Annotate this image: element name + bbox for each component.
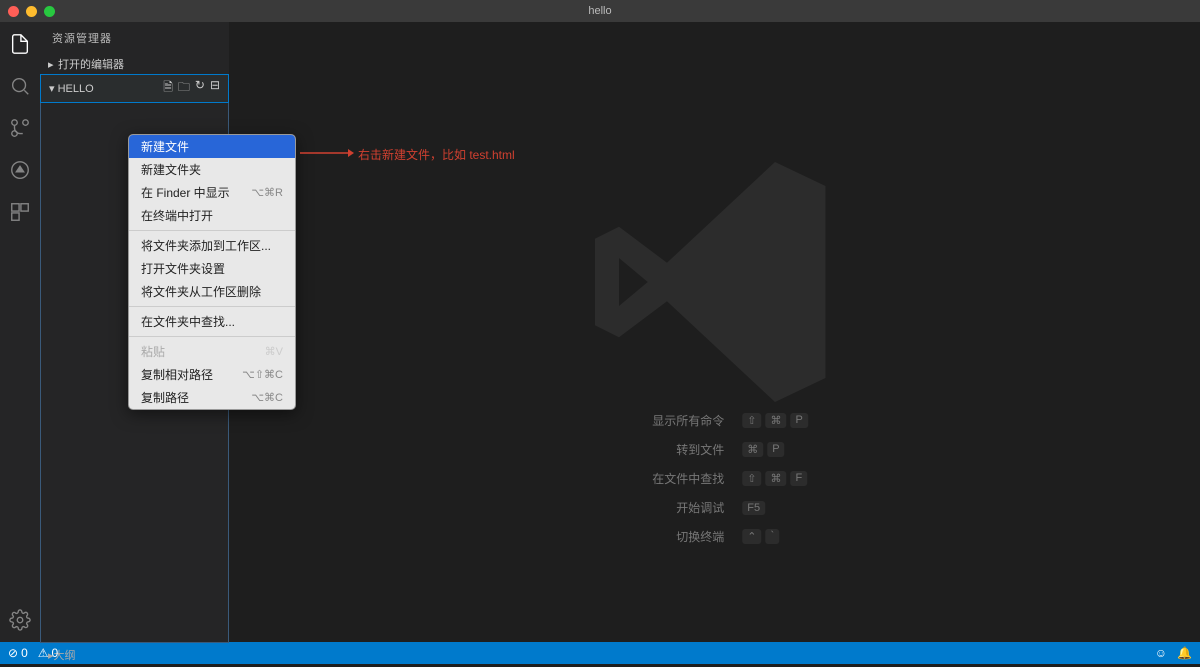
context-menu-item: 粘贴 ⌘V bbox=[129, 340, 295, 363]
error-count: 0 bbox=[21, 646, 28, 660]
menu-item-label: 在文件夹中查找... bbox=[141, 313, 235, 330]
menu-separator bbox=[129, 306, 295, 307]
minimize-window-button[interactable] bbox=[26, 6, 37, 17]
key: ⌘ bbox=[765, 471, 786, 486]
close-window-button[interactable] bbox=[8, 6, 19, 17]
menu-item-label: 将文件夹从工作区删除 bbox=[141, 283, 261, 300]
hint-keys: ⌃` bbox=[742, 529, 779, 544]
context-menu-item[interactable]: 在终端中打开 bbox=[129, 204, 295, 227]
key: ⌃ bbox=[742, 529, 761, 544]
menu-item-label: 复制路径 bbox=[141, 389, 189, 406]
context-menu-item[interactable]: 将文件夹添加到工作区... bbox=[129, 234, 295, 257]
warning-count: 0 bbox=[52, 646, 59, 660]
hint-label: 显示所有命令 bbox=[622, 412, 742, 429]
open-editors-section[interactable]: ▸ 打开的编辑器 bbox=[40, 54, 229, 74]
menu-item-shortcut: ⌥⌘R bbox=[251, 186, 283, 199]
status-notifications[interactable]: 🔔 bbox=[1177, 646, 1192, 660]
status-feedback[interactable]: ☺ bbox=[1155, 646, 1167, 660]
hint-row: 显示所有命令⇧ ⌘ P bbox=[622, 412, 808, 429]
window-title: hello bbox=[588, 5, 611, 17]
collapse-icon[interactable]: ⊟ bbox=[210, 78, 220, 99]
hint-row: 转到文件⌘P bbox=[622, 441, 808, 458]
folder-header[interactable]: ▾ HELLO 🗎 🗀 ↻ ⊟ bbox=[40, 74, 229, 103]
status-warnings[interactable]: ⚠ 0 bbox=[38, 646, 58, 660]
open-editors-label: 打开的编辑器 bbox=[58, 56, 124, 72]
debug-icon[interactable] bbox=[8, 158, 32, 182]
key: F bbox=[790, 471, 807, 486]
warning-icon: ⚠ bbox=[38, 646, 49, 660]
menu-item-label: 新建文件夹 bbox=[141, 161, 201, 178]
explorer-icon[interactable] bbox=[8, 32, 32, 56]
context-menu-item[interactable]: 复制路径 ⌥⌘C bbox=[129, 386, 295, 409]
search-icon[interactable] bbox=[8, 74, 32, 98]
hint-keys: ⇧ ⌘ P bbox=[742, 413, 808, 428]
key: ⌘ bbox=[765, 413, 786, 428]
menu-item-label: 打开文件夹设置 bbox=[141, 260, 225, 277]
editor-area: 显示所有命令⇧⌘P转到文件⌘P在文件中查找⇧⌘F开始调试F5切换终端⌃` bbox=[230, 22, 1200, 642]
menu-item-label: 在终端中打开 bbox=[141, 207, 213, 224]
hint-label: 开始调试 bbox=[622, 499, 742, 516]
context-menu-item[interactable]: 在文件夹中查找... bbox=[129, 310, 295, 333]
menu-item-label: 复制相对路径 bbox=[141, 366, 213, 383]
key: P bbox=[790, 413, 807, 428]
menu-separator bbox=[129, 230, 295, 231]
keyboard-hints: 显示所有命令⇧⌘P转到文件⌘P在文件中查找⇧⌘F开始调试F5切换终端⌃` bbox=[622, 412, 808, 557]
status-errors[interactable]: ⊘ 0 bbox=[8, 646, 28, 660]
menu-item-label: 在 Finder 中显示 bbox=[141, 184, 230, 201]
bell-icon: 🔔 bbox=[1177, 646, 1192, 660]
refresh-icon[interactable]: ↻ bbox=[195, 78, 205, 99]
chevron-right-icon: ▸ bbox=[48, 58, 58, 71]
maximize-window-button[interactable] bbox=[44, 6, 55, 17]
outline-section[interactable]: ▸ 大纲 bbox=[40, 643, 229, 667]
hint-keys: F5 bbox=[742, 501, 765, 515]
folder-actions: 🗎 🗀 ↻ ⊟ bbox=[163, 78, 220, 99]
hint-label: 在文件中查找 bbox=[622, 470, 742, 487]
window-controls bbox=[0, 6, 55, 17]
menu-item-label: 粘贴 bbox=[141, 343, 165, 360]
vscode-logo-icon bbox=[595, 162, 835, 402]
smile-icon: ☺ bbox=[1155, 646, 1167, 660]
menu-item-shortcut: ⌥⌘C bbox=[251, 391, 283, 404]
new-folder-icon[interactable]: 🗀 bbox=[178, 78, 190, 99]
settings-gear-icon[interactable] bbox=[8, 608, 32, 632]
error-icon: ⊘ bbox=[8, 646, 18, 660]
folder-name: HELLO bbox=[58, 83, 94, 95]
activity-bar bbox=[0, 22, 40, 642]
hint-keys: ⇧ ⌘ F bbox=[742, 471, 807, 486]
hint-row: 开始调试F5 bbox=[622, 499, 808, 516]
menu-item-label: 新建文件 bbox=[141, 138, 189, 155]
context-menu: 新建文件新建文件夹在 Finder 中显示 ⌥⌘R 在终端中打开将文件夹添加到工作区… bbox=[128, 134, 296, 410]
context-menu-item[interactable]: 在 Finder 中显示 ⌥⌘R bbox=[129, 181, 295, 204]
key: F5 bbox=[742, 501, 765, 515]
hint-label: 切换终端 bbox=[622, 528, 742, 545]
source-control-icon[interactable] bbox=[8, 116, 32, 140]
menu-separator bbox=[129, 336, 295, 337]
context-menu-item[interactable]: 打开文件夹设置 bbox=[129, 257, 295, 280]
key: ⌘ bbox=[742, 442, 763, 457]
menu-item-shortcut: ⌘V bbox=[265, 345, 283, 358]
new-file-icon[interactable]: 🗎 bbox=[163, 78, 173, 99]
key: ⇧ bbox=[742, 413, 761, 428]
context-menu-item[interactable]: 新建文件夹 bbox=[129, 158, 295, 181]
hint-row: 切换终端⌃` bbox=[622, 528, 808, 545]
key: ⇧ bbox=[742, 471, 761, 486]
titlebar: hello bbox=[0, 0, 1200, 22]
context-menu-item[interactable]: 将文件夹从工作区删除 bbox=[129, 280, 295, 303]
hint-row: 在文件中查找⇧ ⌘ F bbox=[622, 470, 808, 487]
key: P bbox=[767, 442, 784, 457]
chevron-down-icon: ▾ bbox=[49, 83, 55, 95]
extensions-icon[interactable] bbox=[8, 200, 32, 224]
hint-label: 转到文件 bbox=[622, 441, 742, 458]
hint-keys: ⌘P bbox=[742, 442, 784, 457]
context-menu-item[interactable]: 复制相对路径 ⌥⇧⌘C bbox=[129, 363, 295, 386]
key: ` bbox=[765, 529, 779, 544]
context-menu-item[interactable]: 新建文件 bbox=[129, 135, 295, 158]
menu-item-shortcut: ⌥⇧⌘C bbox=[242, 368, 283, 381]
menu-item-label: 将文件夹添加到工作区... bbox=[141, 237, 271, 254]
sidebar-title: 资源管理器 bbox=[40, 22, 229, 54]
